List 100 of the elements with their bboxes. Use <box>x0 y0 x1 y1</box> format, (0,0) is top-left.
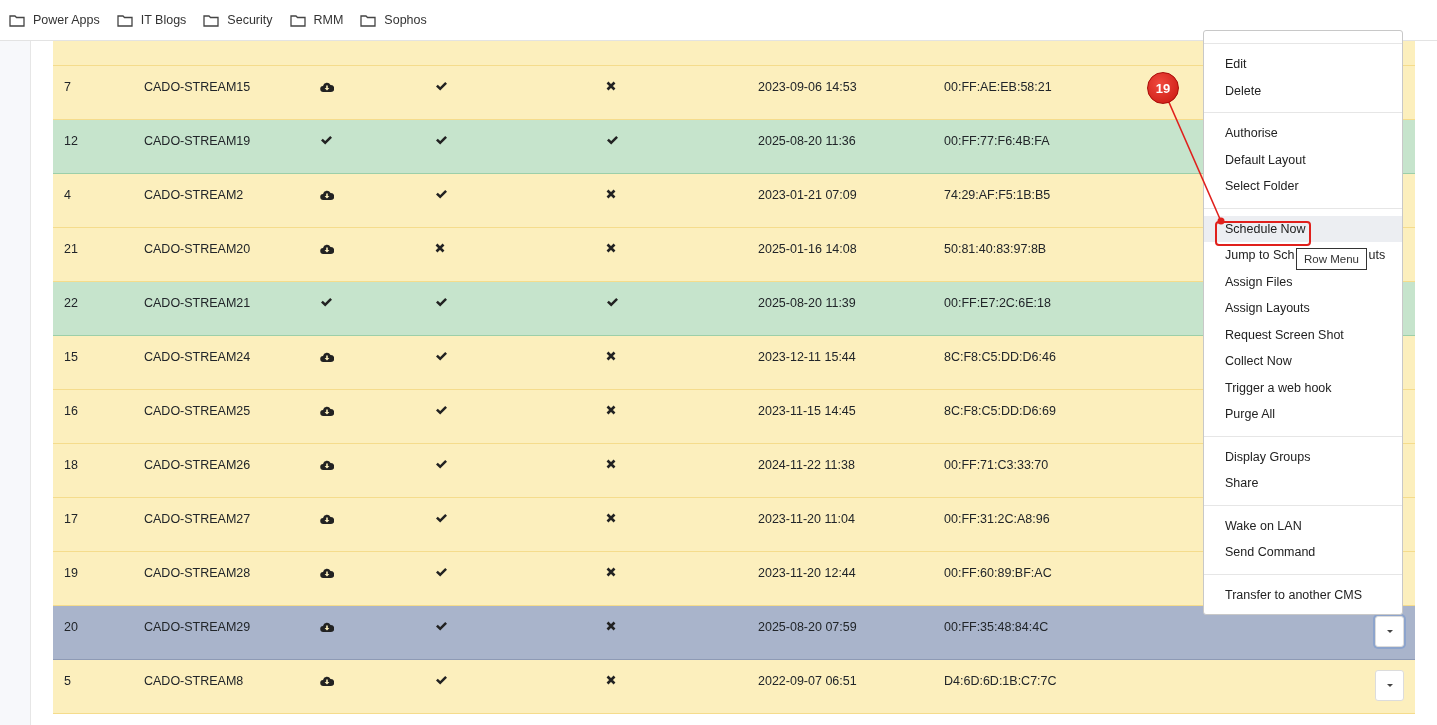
table-cell: 8C:F8:C5:DD:D6:46 <box>944 350 1056 365</box>
cloud-download-icon <box>320 567 334 579</box>
table-cell: 2023-11-20 12:44 <box>758 566 856 581</box>
table-cell: 2025-08-20 11:36 <box>758 134 856 149</box>
table-cell: 00:FF:E7:2C:6E:18 <box>944 296 1051 311</box>
table-cell: CADO-STREAM20 <box>144 242 251 257</box>
table-cell: CADO-STREAM8 <box>144 674 244 689</box>
dropdown-button[interactable] <box>1375 616 1404 647</box>
check-icon <box>435 297 448 308</box>
menu-item[interactable]: Wake on LAN <box>1204 512 1402 539</box>
table-cell: 50:81:40:83:97:8B <box>944 242 1047 257</box>
table-cell: 17 <box>64 512 78 527</box>
menu-item[interactable]: Delete <box>1204 77 1402 104</box>
cloud-download-icon <box>320 81 334 93</box>
close-icon <box>606 189 616 199</box>
bookmark-folder[interactable]: Security <box>203 13 273 27</box>
close-icon <box>606 81 616 91</box>
menu-item[interactable]: Default Layout <box>1204 146 1402 173</box>
table-cell: 7 <box>64 80 71 95</box>
folder-icon <box>360 13 377 27</box>
menu-item-text[interactable]: uts <box>1368 242 1386 269</box>
table-cell: CADO-STREAM29 <box>144 620 251 635</box>
menu-item[interactable]: Schedule Now <box>1204 215 1402 242</box>
cloud-download-icon <box>320 621 334 633</box>
bookmark-folder[interactable]: RMM <box>289 13 344 27</box>
menu-item[interactable]: Select Folder <box>1204 173 1402 200</box>
table-cell: 00:FF:AE:EB:58:21 <box>944 80 1052 95</box>
table-cell: CADO-STREAM19 <box>144 134 251 149</box>
menu-item[interactable]: Collect Now <box>1204 348 1402 375</box>
check-icon <box>435 513 448 524</box>
table-cell: CADO-STREAM2 <box>144 188 244 203</box>
table-cell: 12 <box>64 134 78 149</box>
folder-icon <box>9 13 25 27</box>
cloud-download-icon <box>320 405 334 417</box>
table-cell: 2022-09-07 06:51 <box>758 674 857 689</box>
table-cell: 74:29:AF:F5:1B:B5 <box>944 188 1051 203</box>
table-cell: 2023-12-11 15:44 <box>758 350 856 365</box>
cloud-download-icon <box>320 351 334 363</box>
check-icon <box>435 135 448 146</box>
table-row[interactable]: 20 CADO-STREAM29 2025-08-20 07:59 00:FF:35:48:84:4C <box>53 606 1415 660</box>
menu-item[interactable]: Transfer to another CMS <box>1204 581 1402 608</box>
table-cell: 00:FF:60:89:BF:AC <box>944 566 1052 581</box>
check-icon <box>320 297 333 308</box>
folder-icon <box>116 13 133 27</box>
close-icon <box>606 621 616 631</box>
cloud-download-icon <box>320 243 334 255</box>
tooltip: Row Menu <box>1296 248 1367 270</box>
check-icon <box>606 135 619 146</box>
table-cell: 2024-11-22 11:38 <box>758 458 855 473</box>
table-cell: 2023-11-15 14:45 <box>758 404 856 419</box>
menu-item[interactable]: Purge All <box>1204 401 1402 428</box>
cloud-download-icon <box>320 675 334 687</box>
table-cell: 15 <box>64 350 78 365</box>
close-icon <box>435 243 445 253</box>
table-cell: 00:FF:35:48:84:4C <box>944 620 1049 635</box>
table-cell: 2023-01-21 07:09 <box>758 188 857 203</box>
check-icon <box>435 351 448 362</box>
bookmark-folder[interactable]: IT Blogs <box>116 13 187 27</box>
check-icon <box>435 459 448 470</box>
check-icon <box>320 135 333 146</box>
menu-item[interactable]: Display Groups <box>1204 443 1402 470</box>
table-cell: 00:FF:77:F6:4B:FA <box>944 134 1050 149</box>
menu-item[interactable]: Assign Layouts <box>1204 295 1402 322</box>
folder-icon <box>289 13 306 27</box>
table-cell: CADO-STREAM26 <box>144 458 251 473</box>
table-cell: 20 <box>64 620 78 635</box>
close-icon <box>606 675 616 685</box>
table-row[interactable]: 5 CADO-STREAM8 2022-09-07 06:51 D4:6D:6D:1B:C7:7C <box>53 660 1415 714</box>
menu-item[interactable]: Jump to Sch <box>1204 242 1297 269</box>
cloud-download-icon <box>320 513 334 525</box>
dropdown-button[interactable] <box>1375 670 1404 701</box>
close-icon <box>606 243 616 253</box>
bookmark-folder[interactable]: Power Apps <box>9 13 100 27</box>
table-cell: CADO-STREAM24 <box>144 350 251 365</box>
menu-item[interactable]: Authorise <box>1204 120 1402 147</box>
table-cell: 2023-09-06 14:53 <box>758 80 857 95</box>
close-icon <box>606 567 616 577</box>
check-icon <box>606 297 619 308</box>
table-cell: 2023-11-20 11:04 <box>758 512 855 527</box>
caret-icon <box>1386 629 1393 634</box>
check-icon <box>435 675 448 686</box>
close-icon <box>606 405 616 415</box>
table-cell: 8C:F8:C5:DD:D6:69 <box>944 404 1056 419</box>
table-cell: 00:FF:71:C3:33:70 <box>944 458 1049 473</box>
table-cell: CADO-STREAM15 <box>144 80 251 95</box>
table-cell: 2025-01-16 14:08 <box>758 242 857 257</box>
table-cell: D4:6D:6D:1B:C7:7C <box>944 674 1057 689</box>
table-cell: 2025-08-20 11:39 <box>758 296 856 311</box>
menu-item[interactable]: Share <box>1204 470 1402 497</box>
table-cell: 19 <box>64 566 78 581</box>
table-cell: 21 <box>64 242 78 257</box>
table-cell: CADO-STREAM25 <box>144 404 251 419</box>
check-icon <box>435 621 448 632</box>
cloud-download-icon <box>320 459 334 471</box>
table-cell: CADO-STREAM28 <box>144 566 251 581</box>
bookmark-folder[interactable]: Sophos <box>360 13 427 27</box>
table-cell: 16 <box>64 404 78 419</box>
table-cell: 2025-08-20 07:59 <box>758 620 857 635</box>
close-icon <box>606 459 616 469</box>
check-icon <box>435 567 448 578</box>
